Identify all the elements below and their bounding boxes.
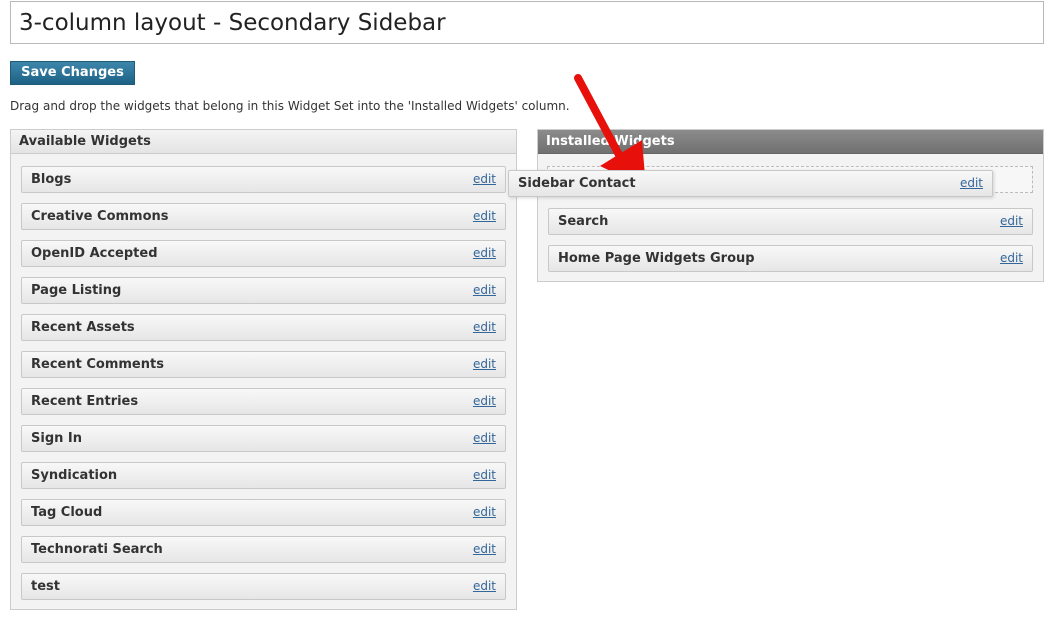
available-widget-edit-link[interactable]: edit [473,315,496,340]
available-widget-label: Technorati Search [31,542,163,557]
available-widget-label: test [31,579,60,594]
available-widget-edit-link[interactable]: edit [473,389,496,414]
instructions-text: Drag and drop the widgets that belong in… [10,99,570,113]
installed-widget-label: Search [558,214,609,229]
available-widget-label: Recent Entries [31,394,139,409]
available-widget[interactable]: Tag Cloud edit [21,499,506,526]
available-widget-edit-link[interactable]: edit [473,574,496,599]
available-widget-edit-link[interactable]: edit [473,278,496,303]
available-widget-edit-link[interactable]: edit [473,500,496,525]
available-widget-edit-link[interactable]: edit [473,537,496,562]
installed-widget-edit-link[interactable]: edit [1000,246,1023,271]
available-widget[interactable]: Sign In edit [21,425,506,452]
available-widget-edit-link[interactable]: edit [473,352,496,377]
available-widget-edit-link[interactable]: edit [473,167,496,192]
available-widget[interactable]: Technorati Search edit [21,536,506,563]
available-widget-edit-link[interactable]: edit [473,204,496,229]
available-widget[interactable]: test edit [21,573,506,600]
installed-widget[interactable]: Home Page Widgets Group edit [548,245,1033,272]
available-widget-label: Syndication [31,468,118,483]
dragging-widget-label: Sidebar Contact [518,176,636,191]
save-changes-button[interactable]: Save Changes [10,61,135,85]
dragging-widget-sidebar-contact[interactable]: Sidebar Contact edit [508,170,993,197]
available-widget-label: Creative Commons [31,209,169,224]
available-widget-edit-link[interactable]: edit [473,241,496,266]
available-widget-label: Recent Comments [31,357,164,372]
available-widget-label: Tag Cloud [31,505,103,520]
available-widget[interactable]: Syndication edit [21,462,506,489]
available-widget-label: Sign In [31,431,82,446]
dragging-widget-edit-link[interactable]: edit [960,171,983,196]
available-widget[interactable]: Page Listing edit [21,277,506,304]
available-widget-label: OpenID Accepted [31,246,158,261]
widget-set-name-input[interactable] [10,1,1044,44]
installed-widget[interactable]: Search edit [548,208,1033,235]
available-widget-label: Recent Assets [31,320,135,335]
available-widget[interactable]: Recent Entries edit [21,388,506,415]
available-widgets-title: Available Widgets [11,130,516,154]
available-widget-edit-link[interactable]: edit [473,426,496,451]
installed-widget-label: Home Page Widgets Group [558,251,755,266]
installed-widget-edit-link[interactable]: edit [1000,209,1023,234]
available-widget[interactable]: Recent Comments edit [21,351,506,378]
available-widget-label: Blogs [31,172,72,187]
available-widget[interactable]: Recent Assets edit [21,314,506,341]
available-widget-label: Page Listing [31,283,122,298]
available-widget-edit-link[interactable]: edit [473,463,496,488]
available-widget[interactable]: Creative Commons edit [21,203,506,230]
available-widget[interactable]: Blogs edit [21,166,506,193]
available-widget[interactable]: OpenID Accepted edit [21,240,506,267]
